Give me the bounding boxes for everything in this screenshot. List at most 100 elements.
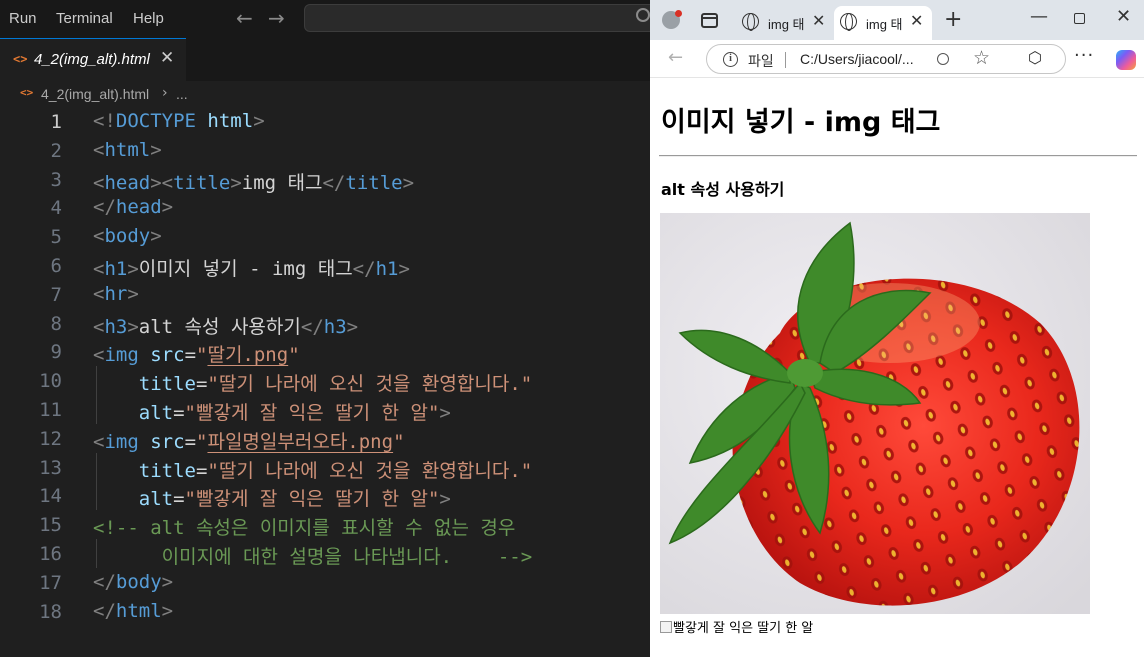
code-token: <: [93, 258, 105, 280]
code-token: title: [173, 171, 231, 194]
code-token: "딸기 나라에 오신 것을 환영합니다.": [207, 373, 533, 396]
line-number: 15: [39, 514, 62, 537]
code-text: </html>: [93, 600, 173, 622]
code-line[interactable]: 11 alt="빨갛게 잘 익은 딸기 한 알">: [0, 395, 650, 424]
line-number: 1: [50, 111, 62, 133]
browser-tab-title: img 태: [768, 17, 805, 32]
code-token: title: [138, 459, 196, 482]
close-window-icon[interactable]: ✕: [1116, 6, 1131, 27]
code-token: <!-- alt 속성은 이미지를 표시할 수 없는 경우: [93, 517, 516, 540]
new-tab-icon[interactable]: +: [944, 7, 962, 32]
back-arrow-icon[interactable]: ←: [236, 6, 253, 30]
line-number: 11: [39, 399, 62, 421]
line-number: 18: [39, 600, 62, 623]
copilot-icon[interactable]: [1116, 50, 1136, 70]
code-line[interactable]: 17 </body>: [0, 568, 650, 597]
browser-window: img 태 ✕ img 태 ✕ + — ✕ ← i 파일 C:/Users/ji…: [650, 0, 1144, 657]
menu-help[interactable]: Help: [133, 10, 164, 27]
address-scheme: 파일: [748, 53, 774, 69]
menu-terminal[interactable]: Terminal: [56, 10, 113, 27]
browser-tab-title: img 태: [866, 17, 903, 32]
maximize-icon[interactable]: [1074, 13, 1085, 24]
address-url[interactable]: C:/Users/jiacool/...: [800, 51, 914, 67]
notification-dot: [675, 10, 682, 17]
code-token: >: [402, 171, 415, 194]
code-token: >: [127, 315, 139, 338]
favorite-star-icon[interactable]: ☆: [973, 47, 990, 69]
code-editor[interactable]: 1 <!DOCTYPE html> 2 <html> 3 <head><title>img…: [0, 107, 650, 657]
code-token: <: [93, 225, 105, 248]
extensions-icon[interactable]: ⬡: [1028, 48, 1042, 67]
breadcrumb-file[interactable]: 4_2(img_alt).html: [41, 86, 149, 102]
minimize-icon[interactable]: —: [1030, 6, 1048, 27]
menu-run[interactable]: Run: [9, 10, 37, 27]
code-token: 딸기.png: [207, 344, 289, 367]
page-heading: 이미지 넣기 - img 태그: [661, 107, 941, 138]
code-token: body: [104, 225, 151, 248]
editor-tab-bar: <> 4_2(img_alt).html ✕: [0, 38, 650, 81]
line-number: 13: [39, 456, 62, 479]
code-line[interactable]: 16 이미지에 대한 설명을 나타냅니다. -->: [0, 539, 650, 568]
code-token: alt 속성 사용하기: [138, 315, 301, 338]
code-line[interactable]: 3 <head><title>img 태그</title>: [0, 165, 650, 194]
code-line[interactable]: 6 <h1>이미지 넣기 - img 태그</h1>: [0, 251, 650, 280]
line-number: 8: [50, 312, 62, 335]
html-file-icon: <>: [20, 86, 34, 99]
address-bar[interactable]: i 파일 C:/Users/jiacool/... ☆: [706, 44, 1066, 74]
code-line[interactable]: 9 <img src="딸기.png": [0, 337, 650, 366]
close-icon[interactable]: ✕: [812, 11, 825, 30]
code-line[interactable]: 15 <!-- alt 속성은 이미지를 표시할 수 없는 경우: [0, 510, 650, 539]
code-token: >: [127, 258, 139, 280]
line-number: 7: [50, 283, 62, 306]
code-token: 이미지에 대한 설명을 나타냅니다. -->: [93, 546, 533, 568]
code-line[interactable]: 4 </head>: [0, 193, 650, 222]
code-line[interactable]: 8 <h3>alt 속성 사용하기</h3>: [0, 309, 650, 338]
code-token: src: [150, 430, 185, 453]
info-icon[interactable]: i: [723, 52, 738, 67]
globe-icon: [840, 13, 857, 31]
close-icon[interactable]: ✕: [910, 11, 923, 30]
code-line[interactable]: 7 <hr>: [0, 280, 650, 309]
forward-arrow-icon[interactable]: →: [268, 6, 285, 30]
tab-actions-icon[interactable]: [701, 13, 718, 28]
code-line[interactable]: 13 title="딸기 나라에 오신 것을 환영합니다.": [0, 453, 650, 482]
code-token: </: [93, 599, 116, 622]
code-text: <h1>이미지 넣기 - img 태그</h1>: [93, 254, 410, 281]
code-token: alt: [138, 488, 174, 511]
code-line[interactable]: 1 <!DOCTYPE html>: [0, 107, 650, 136]
code-line[interactable]: 14 alt="빨갛게 잘 익은 딸기 한 알">: [0, 481, 650, 510]
line-number: 5: [50, 226, 62, 249]
code-line[interactable]: 18 </html>: [0, 597, 650, 626]
code-line[interactable]: 5 <body>: [0, 222, 650, 251]
code-token: title: [138, 373, 196, 396]
code-token: >: [161, 570, 174, 593]
line-number: 10: [39, 370, 62, 393]
tab-html-file[interactable]: <> 4_2(img_alt).html ✕: [0, 38, 186, 81]
code-editor-window: Run Terminal Help ← → <> 4_2(img_alt).ht…: [0, 0, 650, 657]
code-text: <!-- alt 속성은 이미지를 표시할 수 없는 경우: [93, 513, 515, 540]
code-token: "빨갛게 잘 익은 딸기 한 알": [184, 488, 440, 511]
zoom-icon[interactable]: [937, 53, 949, 65]
back-arrow-icon[interactable]: ←: [668, 47, 683, 68]
browser-tab-active[interactable]: img 태 ✕: [834, 6, 932, 40]
code-token: ": [196, 344, 208, 367]
code-line[interactable]: 10 title="딸기 나라에 오신 것을 환영합니다.": [0, 366, 650, 395]
code-line[interactable]: 2 <html>: [0, 136, 650, 165]
code-token: >: [439, 488, 451, 511]
line-number: 17: [39, 571, 62, 594]
close-icon[interactable]: ✕: [160, 48, 174, 68]
code-token: h1: [104, 258, 128, 280]
code-line[interactable]: 12 <img src="파일명일부러오타.png": [0, 424, 650, 453]
code-token: h3: [323, 315, 347, 338]
breadcrumb-more[interactable]: ...: [176, 86, 188, 102]
browser-tab[interactable]: img 태 ✕: [736, 6, 831, 40]
code-token: <: [93, 138, 105, 161]
line-number: 2: [50, 139, 62, 162]
more-options-icon[interactable]: ···: [1074, 45, 1094, 66]
code-token: h1: [375, 258, 399, 280]
line-number: 3: [50, 168, 62, 191]
command-center-search[interactable]: [304, 4, 650, 32]
